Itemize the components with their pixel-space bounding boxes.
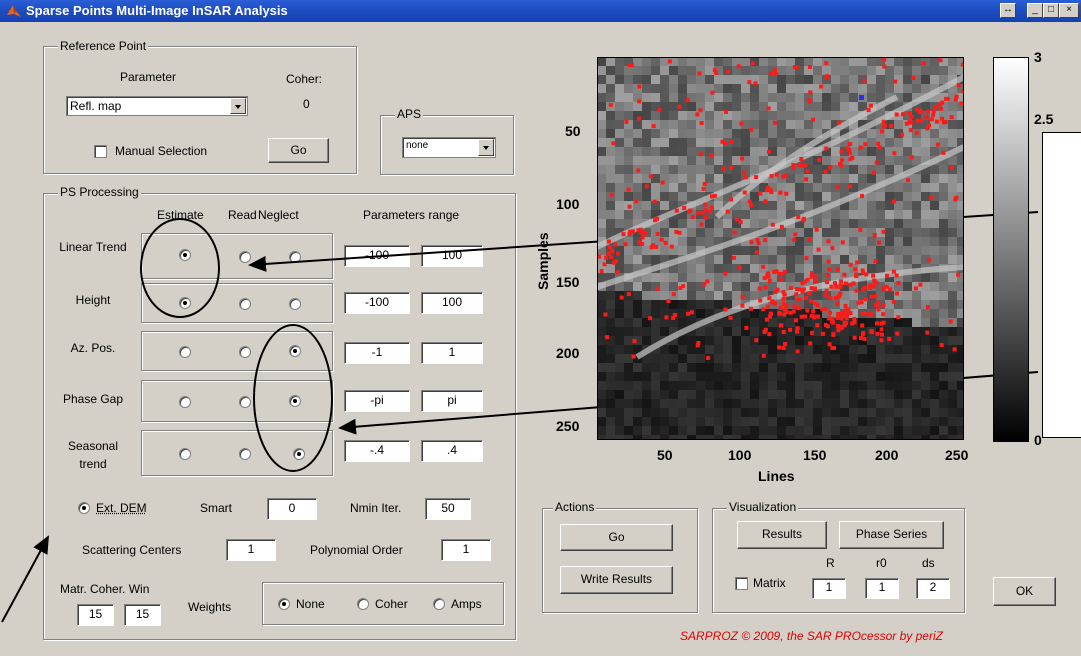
r-input[interactable]: 1: [812, 578, 846, 599]
y-tick: 200: [556, 345, 580, 361]
x-axis-label: Lines: [758, 468, 795, 484]
x-tick: 50: [657, 447, 673, 463]
y-axis-label: Samples: [535, 232, 551, 290]
y-tick: 150: [556, 274, 580, 290]
ok-button[interactable]: OK: [993, 577, 1056, 606]
x-tick: 200: [875, 447, 899, 463]
actions-title: Actions: [553, 500, 597, 514]
arrow-to-ext-dem: [1, 535, 49, 623]
visualization-title: Visualization: [727, 500, 799, 514]
y-tick: 50: [565, 123, 581, 139]
actions-go-button[interactable]: Go: [560, 524, 673, 551]
overlay-box: [1042, 132, 1081, 438]
colorbar-tick: 3: [1034, 49, 1042, 65]
phase-series-button[interactable]: Phase Series: [839, 521, 944, 549]
matrix-label: Matrix: [753, 576, 786, 590]
matrix-checkbox[interactable]: [735, 577, 748, 590]
colorbar: [993, 57, 1029, 442]
colorbar-tick: 2.5: [1034, 111, 1054, 127]
axes-frame: [597, 57, 964, 440]
ds-input[interactable]: 2: [916, 578, 950, 599]
x-tick: 100: [728, 447, 752, 463]
credit-text: SARPROZ © 2009, the SAR PROcessor by per…: [680, 629, 943, 643]
y-tick: 250: [556, 418, 580, 434]
estimate-highlight-ellipse: [140, 218, 220, 318]
ds-label: ds: [922, 556, 935, 570]
x-tick: 150: [803, 447, 827, 463]
r-label: R: [826, 556, 835, 570]
r0-label: r0: [876, 556, 887, 570]
colorbar-tick: 0: [1034, 432, 1042, 448]
write-results-button[interactable]: Write Results: [560, 566, 673, 594]
results-button[interactable]: Results: [737, 521, 827, 549]
neglect-highlight-ellipse: [253, 324, 333, 472]
y-tick: 100: [556, 196, 580, 212]
x-tick: 250: [945, 447, 969, 463]
r0-input[interactable]: 1: [865, 578, 899, 599]
